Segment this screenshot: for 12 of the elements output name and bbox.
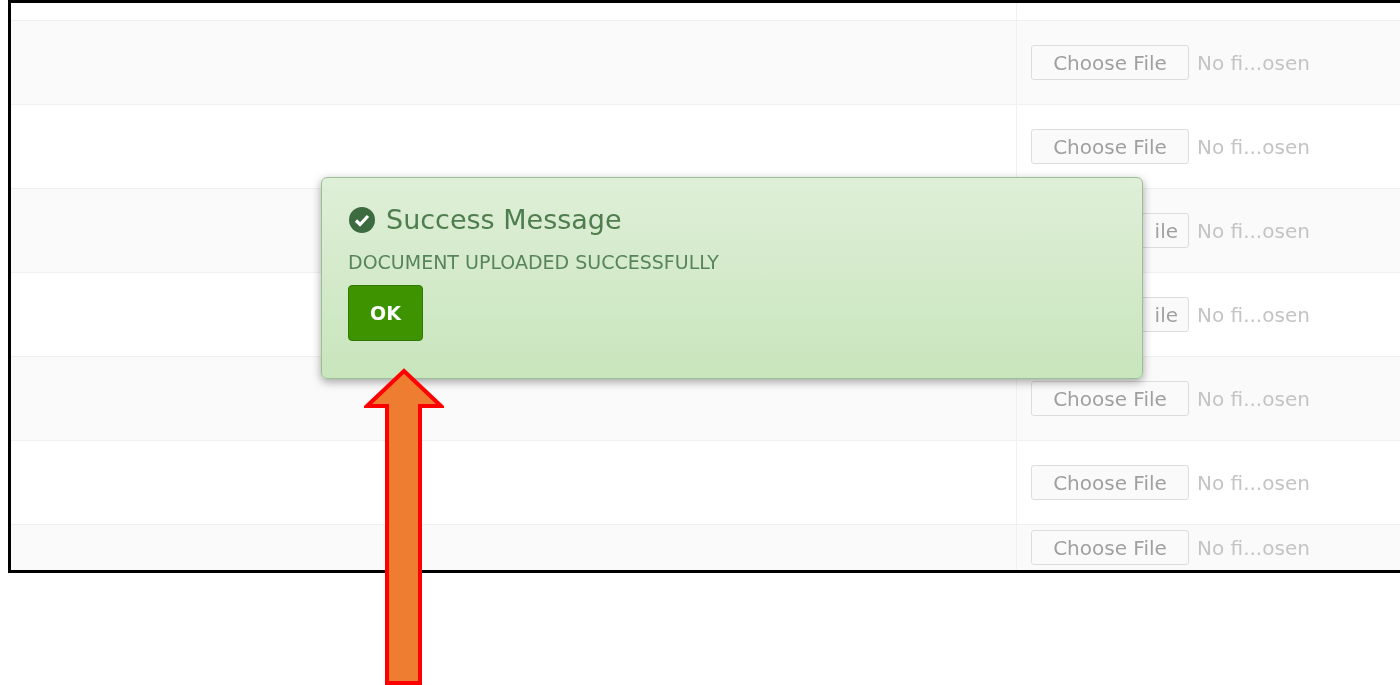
dialog-message: DOCUMENT UPLOADED SUCCESSFULLY (348, 251, 719, 273)
file-status-text: No fi...osen (1197, 302, 1310, 327)
choose-file-button[interactable]: Choose File (1031, 129, 1189, 164)
dialog-title: Success Message (386, 204, 622, 235)
choose-file-button[interactable]: Choose File (1031, 465, 1189, 500)
choose-file-button[interactable]: Choose File (1031, 45, 1189, 80)
choose-file-button[interactable]: Choose File (1031, 530, 1189, 565)
ok-button[interactable]: OK (348, 285, 423, 341)
file-status-text: No fi...osen (1197, 134, 1310, 159)
check-circle-icon (348, 205, 376, 234)
file-status-text: No fi...osen (1197, 470, 1310, 495)
choose-file-button[interactable]: Choose File (1031, 381, 1189, 416)
